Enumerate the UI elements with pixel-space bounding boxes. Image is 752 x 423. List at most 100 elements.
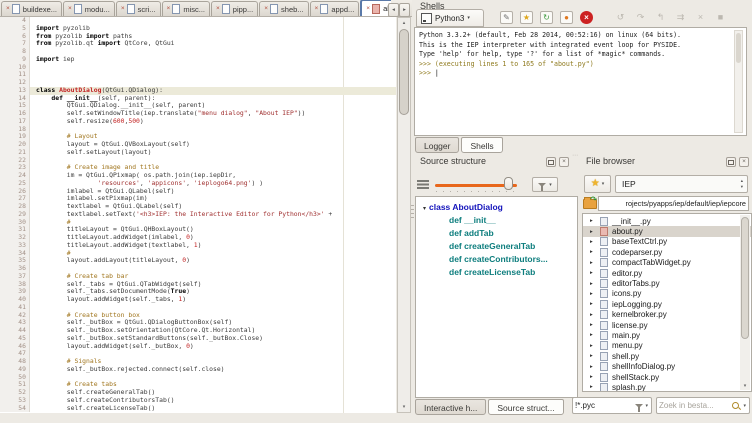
debug-jump-icon[interactable]: ⇉ — [674, 11, 687, 24]
editor-tab-misc[interactable]: ×misc... — [162, 1, 210, 16]
terminate-shell-icon[interactable]: × — [580, 11, 593, 24]
expand-icon[interactable] — [590, 270, 597, 276]
close-tab-icon[interactable]: × — [264, 6, 268, 12]
spinner-icon[interactable] — [741, 178, 743, 190]
file-search-field[interactable] — [656, 397, 750, 414]
shell-scrollbar[interactable] — [734, 30, 743, 133]
expand-icon[interactable] — [590, 353, 597, 359]
dock-tab-shells[interactable]: Shells — [461, 137, 502, 153]
expand-icon[interactable] — [590, 374, 597, 380]
close-tab-icon[interactable]: × — [366, 6, 370, 12]
expand-icon[interactable] — [590, 249, 597, 255]
structure-filter-button[interactable] — [532, 177, 558, 192]
file-row[interactable]: editor.py — [583, 268, 751, 278]
file-row[interactable]: shellStack.py — [583, 372, 751, 382]
expander-icon[interactable] — [423, 206, 426, 212]
editor-tab-pipp[interactable]: ×pipp... — [211, 1, 258, 16]
file-row[interactable]: iepLogging.py — [583, 299, 751, 309]
splitter-handle[interactable]: ⋯ — [572, 152, 578, 159]
debug-resume-icon[interactable]: ↺ — [614, 11, 627, 24]
file-row[interactable]: codeparser.py — [583, 247, 751, 257]
file-row[interactable]: about.py — [583, 226, 751, 236]
structure-item[interactable]: def __init__ — [416, 214, 577, 227]
file-filter-field[interactable] — [572, 397, 652, 414]
editor-tab-appd[interactable]: ×appd... — [310, 1, 360, 16]
path-field[interactable]: rojects/pyapps/iep/default/iep/iepcore — [598, 196, 749, 211]
slider-handle[interactable] — [504, 177, 513, 190]
file-row[interactable]: menu.py — [583, 341, 751, 351]
structure-item[interactable]: def addTab — [416, 227, 577, 240]
dock-close-icon[interactable] — [739, 157, 749, 167]
expand-icon[interactable] — [590, 301, 597, 307]
expand-icon[interactable] — [590, 260, 597, 266]
close-tab-icon[interactable]: × — [121, 6, 125, 12]
structure-item[interactable]: def createLicenseTab — [416, 266, 577, 279]
expand-icon[interactable] — [590, 229, 597, 235]
scroll-up-icon[interactable] — [398, 18, 410, 28]
file-row[interactable]: shellInfoDialog.py — [583, 361, 751, 371]
expand-icon[interactable] — [590, 332, 597, 338]
file-filter-input[interactable] — [573, 401, 635, 410]
dock-float-icon[interactable] — [546, 157, 556, 167]
editor-tab-modu[interactable]: ×modu... — [63, 1, 115, 16]
structure-item[interactable]: class AboutDialog — [416, 201, 577, 214]
file-search-input[interactable] — [657, 401, 732, 410]
close-tab-icon[interactable]: × — [315, 6, 319, 12]
file-row[interactable]: editorTabs.py — [583, 278, 751, 288]
close-tab-icon[interactable]: × — [167, 6, 171, 12]
debug-step-return-icon[interactable]: ↰ — [654, 11, 667, 24]
close-tab-icon[interactable]: × — [6, 6, 10, 12]
edit-shell-config-icon[interactable]: ✎ — [500, 11, 513, 24]
editor-tab-abou[interactable]: ×abou... — [360, 0, 391, 16]
expand-icon[interactable] — [590, 291, 597, 297]
bookmarks-button[interactable]: ★ — [584, 175, 611, 193]
close-tab-icon[interactable]: × — [216, 6, 220, 12]
folder-jump-button[interactable] — [583, 197, 596, 210]
file-list-scrollbar-thumb[interactable] — [741, 217, 749, 339]
splitter-handle[interactable] — [411, 205, 414, 219]
expand-icon[interactable] — [590, 281, 597, 287]
file-row[interactable]: __init__.py — [583, 216, 751, 226]
dock-tab-logger[interactable]: Logger — [415, 137, 459, 153]
file-row[interactable]: baseTextCtrl.py — [583, 237, 751, 247]
run-file-icon[interactable]: ★ — [520, 11, 533, 24]
file-row[interactable]: kernelbroker.py — [583, 310, 751, 320]
close-tab-icon[interactable]: × — [68, 6, 72, 12]
editor-tab-buildexe[interactable]: ×buildexe... — [1, 1, 62, 16]
expand-icon[interactable] — [590, 343, 597, 349]
debug-stop-icon[interactable]: × — [694, 11, 707, 24]
debug-step-into-icon[interactable]: ↷ — [634, 11, 647, 24]
tool-tab-sourcestruct[interactable]: Source struct... — [488, 399, 563, 415]
shell-scrollbar-thumb[interactable] — [736, 33, 741, 63]
dock-float-icon[interactable] — [726, 157, 736, 167]
tab-scroll-left-icon[interactable] — [388, 3, 399, 17]
file-row[interactable]: compactTabWidget.py — [583, 258, 751, 268]
expand-icon[interactable] — [590, 364, 597, 370]
file-list-scrollbar[interactable] — [740, 215, 750, 390]
shell-output[interactable]: Python 3.3.2+ (default, Feb 28 2014, 00:… — [414, 27, 747, 136]
expand-icon[interactable] — [590, 322, 597, 328]
editor-tab-scri[interactable]: ×scri... — [116, 1, 161, 16]
file-row[interactable]: main.py — [583, 330, 751, 340]
tool-tab-interactiveh[interactable]: Interactive h... — [415, 399, 486, 415]
run-code-icon[interactable]: ↻ — [540, 11, 553, 24]
editor-tab-sheb[interactable]: ×sheb... — [259, 1, 308, 16]
tab-scroll-right-icon[interactable] — [399, 3, 410, 17]
structure-item[interactable]: def createContributors... — [416, 253, 577, 266]
project-select[interactable]: IEP — [615, 175, 748, 193]
expand-icon[interactable] — [590, 239, 597, 245]
scroll-down-icon[interactable] — [398, 402, 410, 412]
file-row[interactable]: shell.py — [583, 351, 751, 361]
editor-scrollbar-thumb[interactable] — [399, 29, 409, 115]
code-editor[interactable]: 45import pyzolib6from pyzolib import pat… — [0, 17, 396, 413]
expand-icon[interactable] — [590, 312, 597, 318]
expand-icon[interactable] — [590, 384, 597, 390]
dock-close-icon[interactable] — [559, 157, 569, 167]
scroll-down-icon[interactable] — [740, 383, 750, 389]
pause-icon[interactable]: ■ — [714, 11, 727, 24]
structure-item[interactable]: def createGeneralTab — [416, 240, 577, 253]
file-row[interactable]: splash.py — [583, 382, 751, 392]
shell-tab-python3[interactable]: Python3 — [416, 9, 484, 27]
clear-screen-icon[interactable]: ● — [560, 11, 573, 24]
file-row[interactable]: icons.py — [583, 289, 751, 299]
